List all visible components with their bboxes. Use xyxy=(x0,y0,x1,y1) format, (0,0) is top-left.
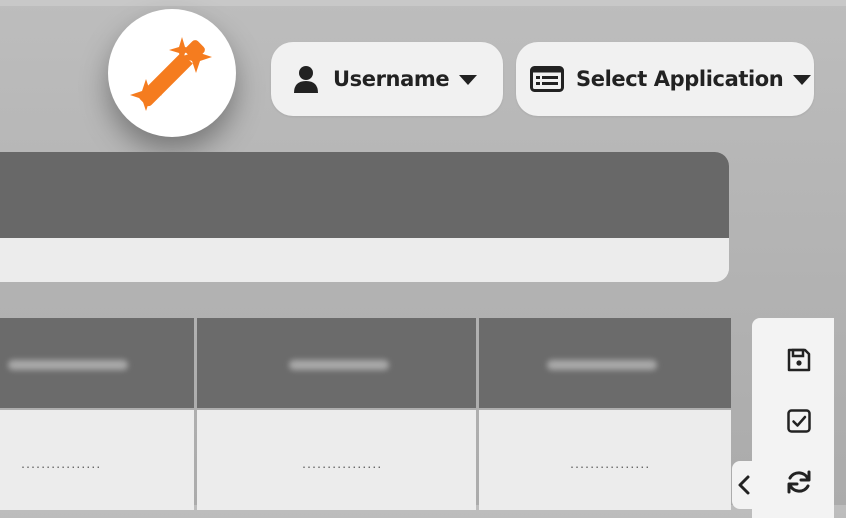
cell-value: ................ xyxy=(569,460,650,471)
side-toolbar xyxy=(752,318,834,518)
user-menu-button[interactable]: Username xyxy=(271,42,503,116)
grid-cell[interactable]: ................ xyxy=(479,410,731,510)
checkbox-icon xyxy=(787,409,811,433)
cell-value: ................ xyxy=(301,460,382,471)
column-header[interactable] xyxy=(197,318,476,408)
list-window-icon xyxy=(530,66,564,92)
user-icon xyxy=(294,66,318,93)
refresh-button[interactable] xyxy=(785,468,813,496)
column-header[interactable] xyxy=(0,318,194,408)
column-header-label xyxy=(8,360,128,370)
check-button[interactable] xyxy=(785,407,813,435)
top-edge xyxy=(0,0,846,6)
cell-value: ................ xyxy=(20,460,101,471)
grid-cell[interactable]: ................ xyxy=(197,410,476,510)
username-label: Username xyxy=(333,67,450,91)
data-grid: ................ ................ ......… xyxy=(0,318,731,510)
select-application-label: Select Application xyxy=(576,67,784,91)
banner-body xyxy=(0,238,729,282)
collapse-toolbar-button[interactable] xyxy=(732,461,756,509)
app-logo[interactable] xyxy=(108,9,236,137)
chevron-down-icon xyxy=(793,75,812,85)
save-button[interactable] xyxy=(785,346,813,374)
banner-header xyxy=(0,152,729,238)
save-icon xyxy=(787,348,811,372)
select-application-button[interactable]: Select Application xyxy=(516,42,814,116)
chevron-left-icon xyxy=(738,475,750,495)
column-header-label xyxy=(289,360,389,370)
column-header[interactable] xyxy=(479,318,731,408)
refresh-icon xyxy=(787,470,811,494)
column-header-label xyxy=(547,360,657,370)
chevron-down-icon xyxy=(459,75,478,85)
grid-cell[interactable]: ................ xyxy=(0,410,194,510)
magic-wand-icon xyxy=(130,37,212,111)
banner-panel xyxy=(0,152,729,282)
